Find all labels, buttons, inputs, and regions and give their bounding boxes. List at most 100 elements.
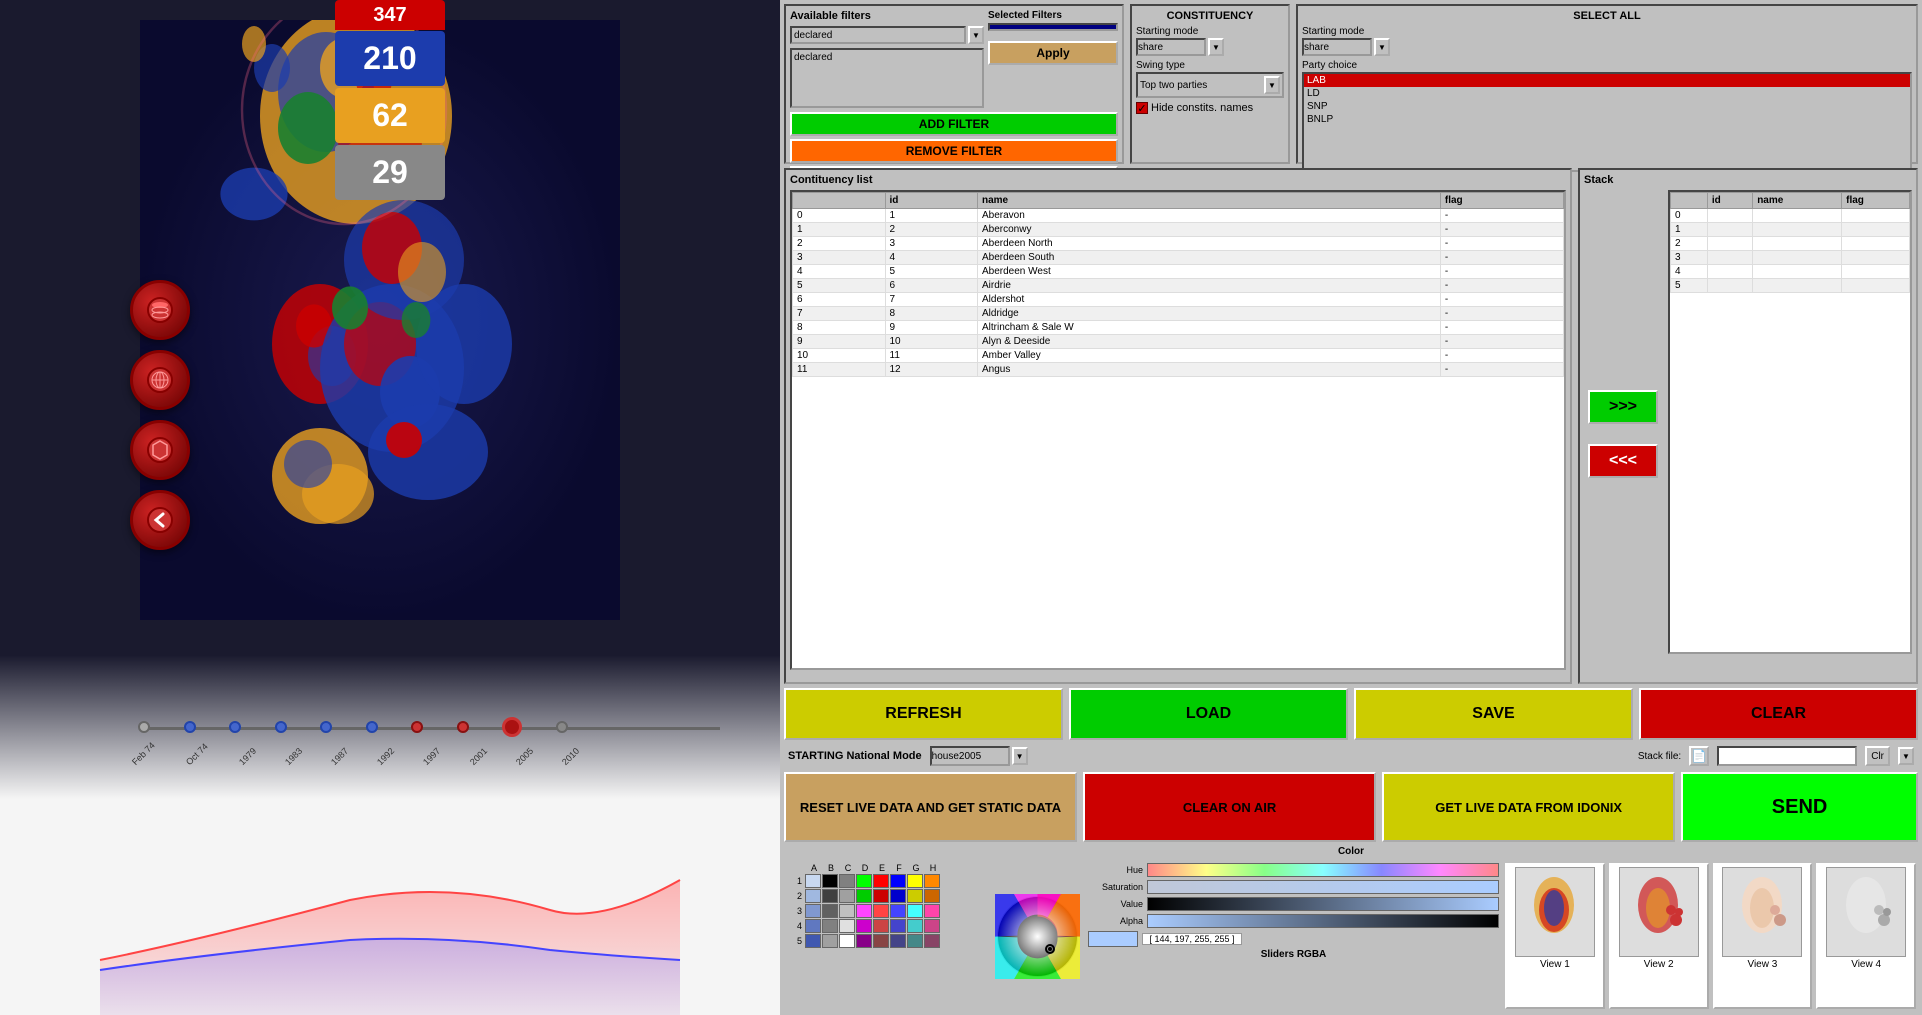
color-cell-4-6[interactable] bbox=[890, 919, 906, 933]
refresh-button[interactable]: REFRESH bbox=[784, 688, 1063, 740]
starting-mode-input[interactable] bbox=[1136, 38, 1206, 56]
color-cell-2-3[interactable] bbox=[839, 889, 855, 903]
filter-scroll-btn[interactable]: ▼ bbox=[968, 26, 984, 44]
timeline-dot-3[interactable] bbox=[275, 721, 287, 733]
hexagon-button[interactable] bbox=[130, 420, 190, 480]
view-2[interactable]: View 2 bbox=[1609, 863, 1709, 1009]
constituency-list-row[interactable]: 1011Amber Valley- bbox=[793, 349, 1564, 363]
timeline-dot-1[interactable] bbox=[184, 721, 196, 733]
color-cell-3-8[interactable] bbox=[924, 904, 940, 918]
view-1[interactable]: View 1 bbox=[1505, 863, 1605, 1009]
value-slider[interactable] bbox=[1147, 897, 1499, 911]
swing-type-dropdown[interactable]: ▼ bbox=[1264, 76, 1280, 94]
color-cell-4-1[interactable] bbox=[805, 919, 821, 933]
color-cell-1-6[interactable] bbox=[890, 874, 906, 888]
color-cell-3-7[interactable] bbox=[907, 904, 923, 918]
timeline-dot-5[interactable] bbox=[366, 721, 378, 733]
stack-row[interactable]: 0 bbox=[1671, 209, 1910, 223]
timeline-dot-2[interactable] bbox=[229, 721, 241, 733]
party-item-ld[interactable]: LD bbox=[1304, 87, 1910, 100]
constituency-list-row[interactable]: 56Airdrie- bbox=[793, 279, 1564, 293]
apply-button[interactable]: Apply bbox=[988, 41, 1118, 65]
select-all-mode-input[interactable] bbox=[1302, 38, 1372, 56]
constituency-list-row[interactable]: 67Aldershot- bbox=[793, 293, 1564, 307]
constituency-list-row[interactable]: 12Aberconwy- bbox=[793, 223, 1564, 237]
color-cell-1-7[interactable] bbox=[907, 874, 923, 888]
color-cell-2-6[interactable] bbox=[890, 889, 906, 903]
constituency-list-row[interactable]: 78Aldridge- bbox=[793, 307, 1564, 321]
color-cell-5-7[interactable] bbox=[907, 934, 923, 948]
database-button[interactable] bbox=[130, 280, 190, 340]
view-3[interactable]: View 3 bbox=[1713, 863, 1813, 1009]
load-button[interactable]: LOAD bbox=[1069, 688, 1348, 740]
back-button[interactable] bbox=[130, 490, 190, 550]
stack-file-input[interactable] bbox=[1717, 746, 1857, 766]
stack-table-wrapper[interactable]: id name flag 012345 bbox=[1668, 190, 1912, 654]
color-cell-5-5[interactable] bbox=[873, 934, 889, 948]
constituency-list-table-wrapper[interactable]: id name flag 01Aberavon-12Aberconwy-23Ab… bbox=[790, 190, 1566, 670]
constituency-list-row[interactable]: 01Aberavon- bbox=[793, 209, 1564, 223]
hide-names-checkbox[interactable]: ✓ bbox=[1136, 102, 1148, 114]
color-cell-3-3[interactable] bbox=[839, 904, 855, 918]
save-button[interactable]: SAVE bbox=[1354, 688, 1633, 740]
color-cell-5-1[interactable] bbox=[805, 934, 821, 948]
filter-listbox[interactable]: declared bbox=[790, 48, 984, 108]
reset-live-data-button[interactable]: RESET LIVE DATA AND GET STATIC DATA bbox=[784, 772, 1077, 842]
color-cell-4-5[interactable] bbox=[873, 919, 889, 933]
color-cell-3-4[interactable] bbox=[856, 904, 872, 918]
view-4[interactable]: View 4 bbox=[1816, 863, 1916, 1009]
clear-on-air-button[interactable]: CLEAR ON AIR bbox=[1083, 772, 1376, 842]
color-cell-4-3[interactable] bbox=[839, 919, 855, 933]
color-cell-1-4[interactable] bbox=[856, 874, 872, 888]
constituency-list-row[interactable]: 910Alyn & Deeside- bbox=[793, 335, 1564, 349]
saturation-slider[interactable] bbox=[1147, 880, 1499, 894]
constituency-list-row[interactable]: 34Aberdeen South- bbox=[793, 251, 1564, 265]
color-cell-3-2[interactable] bbox=[822, 904, 838, 918]
color-cell-4-8[interactable] bbox=[924, 919, 940, 933]
timeline-dot-0[interactable] bbox=[138, 721, 150, 733]
color-cell-5-3[interactable] bbox=[839, 934, 855, 948]
party-item-bnlp[interactable]: BNLP bbox=[1304, 113, 1910, 126]
color-cell-1-1[interactable] bbox=[805, 874, 821, 888]
color-cell-5-4[interactable] bbox=[856, 934, 872, 948]
color-cell-1-2[interactable] bbox=[822, 874, 838, 888]
selected-filters-box[interactable] bbox=[988, 23, 1118, 31]
stack-row[interactable]: 2 bbox=[1671, 237, 1910, 251]
constituency-list-row[interactable]: 1112Angus- bbox=[793, 363, 1564, 377]
stack-row[interactable]: 3 bbox=[1671, 251, 1910, 265]
color-cell-1-5[interactable] bbox=[873, 874, 889, 888]
timeline-dot-9[interactable] bbox=[556, 721, 568, 733]
hue-slider[interactable] bbox=[1147, 863, 1499, 877]
timeline-dot-6[interactable] bbox=[411, 721, 423, 733]
transfer-to-stack-button[interactable]: >>> bbox=[1588, 390, 1658, 424]
stack-row[interactable]: 4 bbox=[1671, 265, 1910, 279]
stack-row[interactable]: 1 bbox=[1671, 223, 1910, 237]
globe-button[interactable] bbox=[130, 350, 190, 410]
color-cell-3-5[interactable] bbox=[873, 904, 889, 918]
alpha-slider[interactable] bbox=[1147, 914, 1499, 928]
color-cell-4-2[interactable] bbox=[822, 919, 838, 933]
transfer-from-stack-button[interactable]: <<< bbox=[1588, 444, 1658, 478]
color-cell-2-8[interactable] bbox=[924, 889, 940, 903]
constituency-list-row[interactable]: 45Aberdeen West- bbox=[793, 265, 1564, 279]
national-mode-input[interactable] bbox=[930, 746, 1010, 766]
party-item-snp[interactable]: SNP bbox=[1304, 100, 1910, 113]
constituency-list-row[interactable]: 23Aberdeen North- bbox=[793, 237, 1564, 251]
timeline-dot-7[interactable] bbox=[457, 721, 469, 733]
color-cell-4-4[interactable] bbox=[856, 919, 872, 933]
color-cell-5-6[interactable] bbox=[890, 934, 906, 948]
select-all-mode-dropdown[interactable]: ▼ bbox=[1374, 38, 1390, 56]
timeline-dot-active[interactable] bbox=[502, 717, 522, 737]
color-wheel-panel[interactable] bbox=[992, 863, 1082, 1009]
starting-mode-dropdown[interactable]: ▼ bbox=[1208, 38, 1224, 56]
color-cell-5-8[interactable] bbox=[924, 934, 940, 948]
color-cell-1-8[interactable] bbox=[924, 874, 940, 888]
color-cell-3-6[interactable] bbox=[890, 904, 906, 918]
color-cell-2-4[interactable] bbox=[856, 889, 872, 903]
stack-row[interactable]: 5 bbox=[1671, 279, 1910, 293]
stack-file-icon[interactable]: 📄 bbox=[1689, 746, 1709, 766]
party-listbox[interactable]: LAB LD SNP BNLP bbox=[1302, 72, 1912, 172]
send-button[interactable]: SEND bbox=[1681, 772, 1918, 842]
clear-button[interactable]: CLEAR bbox=[1639, 688, 1918, 740]
clr-button[interactable]: Clr bbox=[1865, 746, 1890, 766]
